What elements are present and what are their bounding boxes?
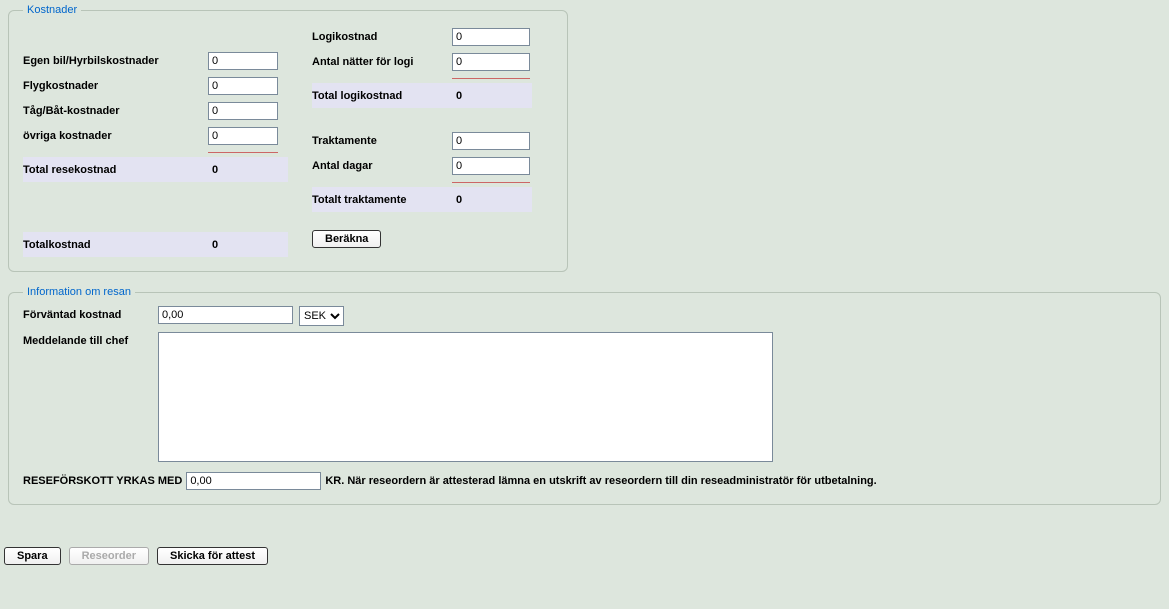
totalkostnad-value: 0: [208, 239, 288, 251]
traktamente-label: Traktamente: [312, 135, 452, 147]
logikostnad-label: Logikostnad: [312, 31, 452, 43]
info-legend: Information om resan: [23, 286, 135, 298]
advance-input[interactable]: [186, 472, 321, 490]
traktamente-input[interactable]: [452, 132, 530, 150]
total-logi-value: 0: [452, 90, 532, 102]
antal-dagar-label: Antal dagar: [312, 160, 452, 172]
egen-bil-input[interactable]: [208, 52, 278, 70]
tag-label: Tåg/Båt-kostnader: [23, 105, 208, 117]
skicka-button[interactable]: Skicka för attest: [157, 547, 268, 565]
spara-button[interactable]: Spara: [4, 547, 61, 565]
footer-toolbar: Spara Reseorder Skicka för attest: [0, 541, 1169, 569]
total-logi-label: Total logikostnad: [312, 90, 452, 102]
egen-bil-label: Egen bil/Hyrbilskostnader: [23, 55, 208, 67]
totalt-trakt-label: Totalt traktamente: [312, 194, 452, 206]
totalt-trakt-value: 0: [452, 194, 532, 206]
advance-post-label: KR. När reseordern är attesterad lämna e…: [325, 475, 876, 487]
meddelande-textarea[interactable]: [158, 332, 773, 462]
currency-select[interactable]: SEK: [299, 306, 344, 326]
total-rese-value: 0: [208, 164, 288, 176]
tag-input[interactable]: [208, 102, 278, 120]
ovriga-label: övriga kostnader: [23, 130, 208, 142]
berakna-button[interactable]: Beräkna: [312, 230, 381, 248]
flyg-input[interactable]: [208, 77, 278, 95]
logikostnad-input[interactable]: [452, 28, 530, 46]
antal-natter-label: Antal nätter för logi: [312, 56, 452, 68]
forvantad-input[interactable]: [158, 306, 293, 324]
antal-dagar-input[interactable]: [452, 157, 530, 175]
total-rese-label: Total resekostnad: [23, 164, 208, 176]
meddelande-label: Meddelande till chef: [23, 332, 158, 347]
kostnader-legend: Kostnader: [23, 4, 81, 16]
forvantad-label: Förväntad kostnad: [23, 306, 158, 321]
ovriga-input[interactable]: [208, 127, 278, 145]
info-fieldset: Information om resan Förväntad kostnad S…: [8, 286, 1161, 505]
advance-pre-label: RESEFÖRSKOTT YRKAS MED: [23, 475, 182, 487]
reseorder-button: Reseorder: [69, 547, 149, 565]
totalkostnad-label: Totalkostnad: [23, 239, 208, 251]
flyg-label: Flygkostnader: [23, 80, 208, 92]
kostnader-fieldset: Kostnader Egen bil/Hyrbilskostnader Flyg…: [8, 4, 568, 272]
antal-natter-input[interactable]: [452, 53, 530, 71]
